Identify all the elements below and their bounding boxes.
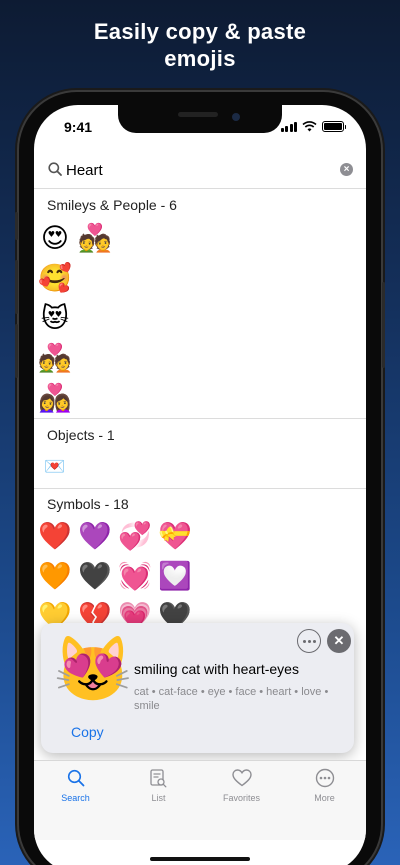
emoji-cell[interactable]: 💜	[77, 521, 113, 553]
tab-bar: Search List Favorites More	[34, 760, 366, 840]
phone-frame: 9:41 × Smileys & People -	[15, 92, 385, 865]
clear-icon[interactable]: ×	[340, 163, 353, 176]
more-icon	[315, 768, 334, 788]
speaker	[178, 112, 218, 117]
tab-list[interactable]: List	[117, 767, 200, 803]
popup-title: smiling cat with heart-eyes	[134, 661, 299, 677]
volume-down-button	[15, 324, 18, 378]
camera	[232, 113, 240, 121]
home-indicator	[150, 857, 250, 861]
emoji-cell[interactable]: 👩‍❤️‍👩	[37, 383, 73, 415]
popup-emoji: 😻	[53, 633, 133, 705]
tab-label: Favorites	[222, 793, 260, 803]
emoji-detail-popup: 😻 ✕ smiling cat with heart-eyes cat • ca…	[41, 623, 354, 753]
emoji-cell[interactable]: 💑	[77, 223, 113, 255]
popup-keywords: cat • cat-face • eye • face • heart • lo…	[134, 686, 329, 712]
emoji-cell[interactable]: 😻	[37, 303, 73, 335]
emoji-cell[interactable]: 💑	[37, 343, 73, 375]
tab-label: List	[151, 793, 166, 803]
battery-icon	[322, 121, 346, 132]
emoji-cell[interactable]: 💝	[157, 521, 193, 553]
emoji-cell[interactable]: 💌	[37, 451, 73, 483]
wifi-icon	[302, 121, 317, 132]
section-header-symbols: Symbols - 18	[47, 496, 129, 512]
search-bar[interactable]: ×	[34, 151, 366, 189]
signal-icon	[280, 121, 297, 132]
phone-screen: 9:41 × Smileys & People -	[34, 105, 366, 865]
emoji-cell[interactable]: 💓	[117, 561, 153, 593]
emoji-cell[interactable]: ❤️	[37, 521, 73, 553]
emoji-cell[interactable]: 🖤	[77, 561, 113, 593]
headline: Easily copy & paste emojis	[0, 18, 400, 72]
tab-search[interactable]: Search	[34, 767, 117, 803]
emoji-cell[interactable]: 🥰	[37, 263, 73, 295]
side-button	[382, 282, 385, 368]
emoji-cell[interactable]: 😍	[37, 223, 73, 255]
heart-icon	[231, 769, 252, 787]
emoji-cell[interactable]: 🧡	[37, 561, 73, 593]
tab-label: More	[314, 793, 335, 803]
section-divider	[34, 418, 366, 419]
tab-favorites[interactable]: Favorites	[200, 767, 283, 803]
emoji-cell[interactable]: 💞	[117, 521, 153, 553]
search-icon	[67, 769, 84, 787]
emoji-cell[interactable]: 💟	[157, 561, 193, 593]
status-time: 9:41	[64, 119, 93, 135]
list-icon	[150, 768, 167, 787]
notch	[118, 105, 282, 133]
close-icon[interactable]: ✕	[327, 629, 351, 653]
volume-up-button	[15, 260, 18, 314]
section-header-objects: Objects - 1	[47, 427, 115, 443]
search-icon	[48, 162, 62, 176]
tab-label: Search	[61, 793, 90, 803]
more-options-icon[interactable]	[297, 629, 321, 653]
search-input[interactable]	[66, 160, 326, 180]
section-header-smileys: Smileys & People - 6	[47, 197, 177, 213]
headline-line-1: Easily copy & paste	[93, 19, 307, 44]
section-divider	[34, 488, 366, 489]
headline-line-2: emojis	[164, 46, 236, 71]
copy-button[interactable]: Copy	[71, 724, 104, 740]
mute-switch	[15, 212, 18, 240]
tab-more[interactable]: More	[283, 767, 366, 803]
